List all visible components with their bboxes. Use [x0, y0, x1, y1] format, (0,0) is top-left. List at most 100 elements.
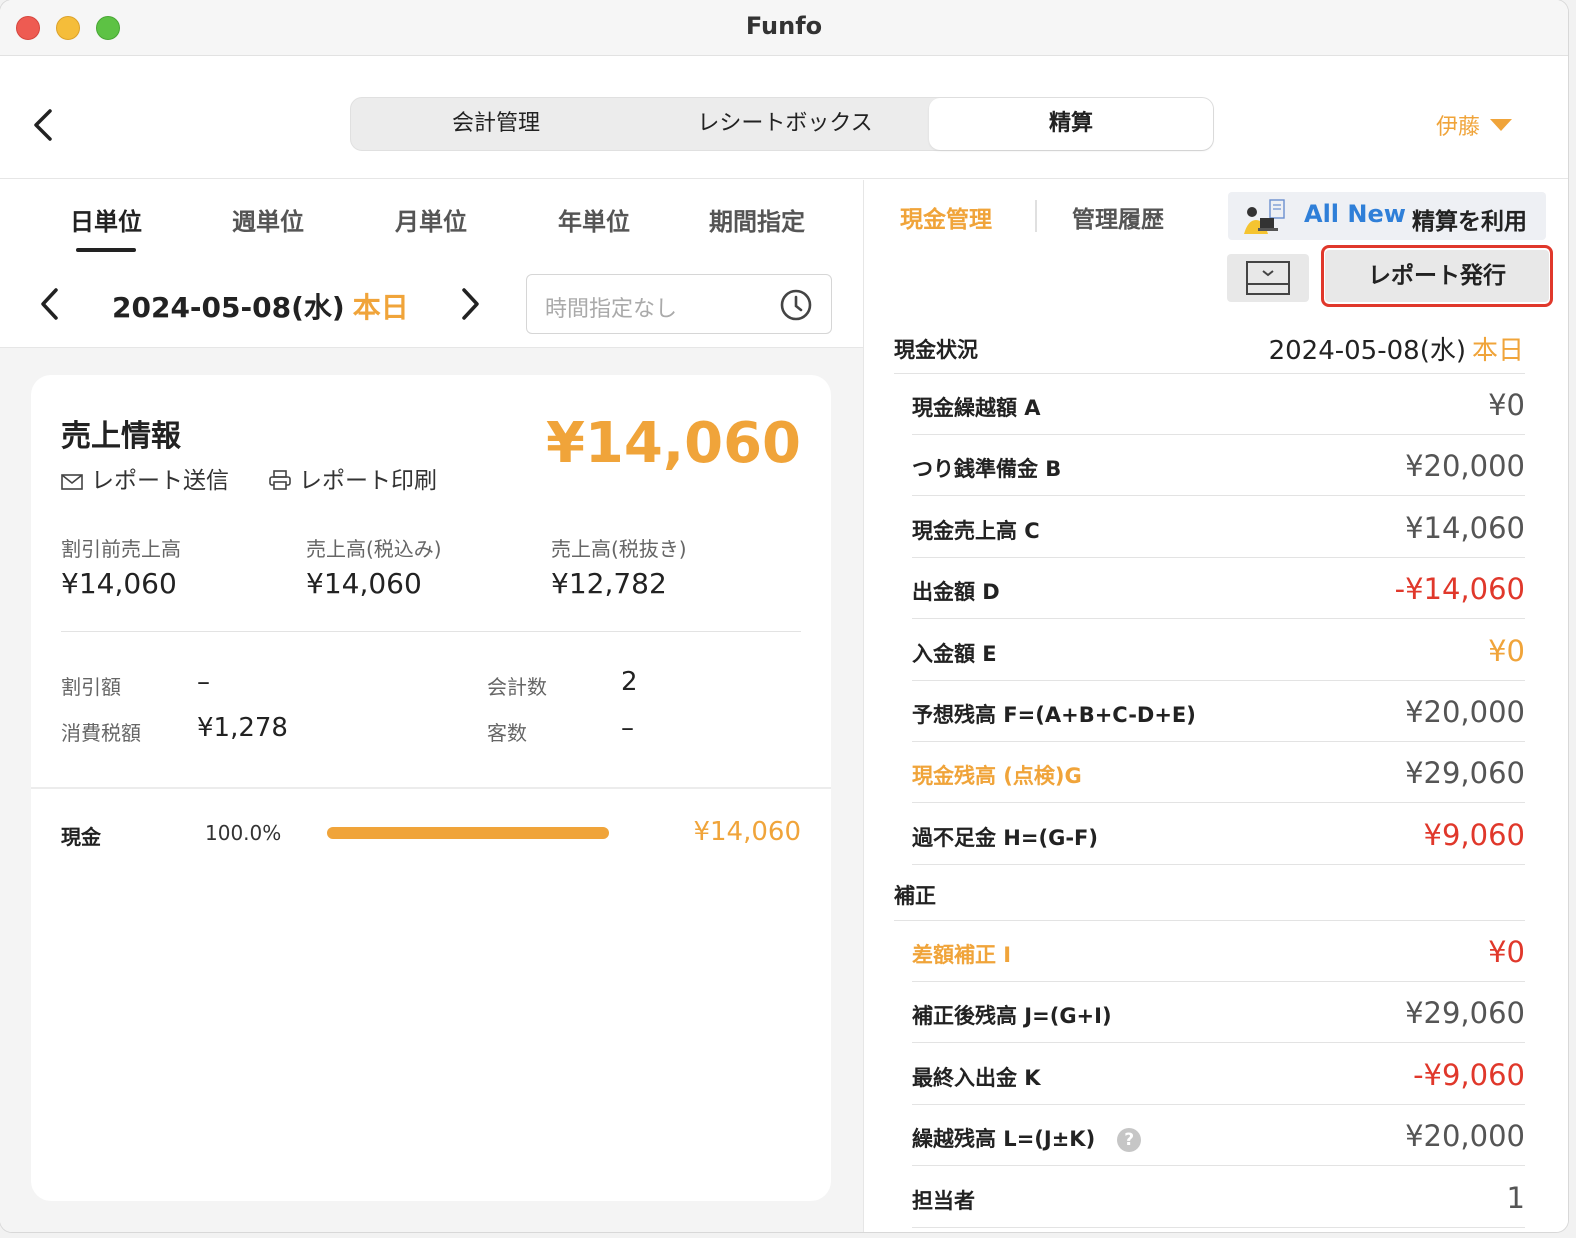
tab-separator: [1035, 200, 1037, 232]
cash-drawer-button[interactable]: [1227, 254, 1309, 302]
cash-status-date: 2024-05-08(水) 本日: [1268, 336, 1524, 366]
correction-row-label: 補正後残高 J=(G+I): [912, 1004, 1112, 1029]
cash-row: 現金残高 (点検)G ¥29,060: [912, 742, 1525, 804]
tab-management-history[interactable]: 管理履歴: [1072, 200, 1164, 234]
report-print-button[interactable]: レポート印刷: [269, 461, 437, 495]
correction-heading: 補正: [894, 884, 936, 908]
mail-icon: [61, 474, 83, 490]
today-label: 本日: [352, 291, 409, 324]
transaction-count-value: 2: [621, 667, 638, 697]
all-new-text: 精算を利用: [1412, 209, 1527, 235]
clock-icon: [780, 289, 812, 321]
cash-row: 予想残高 F=(A+B+C-D+E) ¥20,000: [912, 681, 1525, 742]
cash-row: 入金額 E ¥0: [912, 620, 1525, 681]
period-selector: 日単位 週単位 月単位 年単位 期間指定 2024-05-08(水) 本日 時間指…: [0, 180, 863, 348]
sales-total: ¥14,060: [545, 411, 801, 476]
customer-count-label: 客数: [487, 721, 527, 745]
cash-row-label: 予想残高 F=(A+B+C-D+E): [912, 703, 1196, 727]
tab-cash-management[interactable]: 現金管理: [900, 200, 992, 234]
main-segment-control: 会計管理 レシートボックス 精算: [350, 97, 1214, 151]
cash-row: 出金額 D -¥14,060: [912, 558, 1525, 620]
correction-row-label: 差額補正 I: [912, 943, 1012, 967]
help-icon[interactable]: ?: [1117, 1128, 1142, 1153]
segment-settlement[interactable]: 精算: [929, 98, 1213, 150]
tax-value: ¥1,278: [197, 713, 288, 743]
correction-row-value: -¥9,060: [1413, 1057, 1525, 1092]
segment-accounting[interactable]: 会計管理: [351, 98, 641, 150]
divider: [61, 631, 801, 632]
back-arrow-icon[interactable]: [28, 105, 60, 145]
sales-info-title: 売上情報: [61, 419, 181, 454]
caret-down-icon[interactable]: [1490, 119, 1512, 131]
correction-row: 差額補正 I ¥0: [912, 921, 1525, 982]
cash-row-label: つり銭準備金 B: [912, 457, 1062, 482]
cash-row-value: ¥29,060: [1405, 756, 1525, 791]
correction-row: 補正後残高 J=(G+I) ¥29,060: [912, 982, 1525, 1044]
chevron-left-icon[interactable]: [36, 284, 64, 324]
cash-row: 現金売上高 C ¥14,060: [912, 497, 1525, 558]
header: 会計管理 レシートボックス 精算 伊藤: [0, 57, 1568, 179]
all-new-label: All New: [1304, 200, 1406, 228]
cash-row-label: 現金繰越額 A: [912, 396, 1041, 420]
all-new-settlement-banner[interactable]: All New 精算を利用: [1228, 192, 1546, 240]
cash-drawer-icon: [1246, 261, 1290, 295]
person-laptop-illustration-icon: [1244, 199, 1285, 234]
stat-label-incl-tax: 売上高(税込み): [306, 537, 442, 561]
cash-row: 過不足金 H=(G-F) ¥9,060: [912, 804, 1525, 865]
user-menu[interactable]: 伊藤: [1436, 109, 1480, 141]
left-pane: 日単位 週単位 月単位 年単位 期間指定 2024-05-08(水) 本日 時間指…: [0, 180, 863, 1232]
cash-row-value: ¥0: [1488, 633, 1525, 668]
chevron-right-icon[interactable]: [456, 284, 484, 324]
cash-row-label: 出金額 D: [912, 580, 1000, 605]
payment-percent: 100.0%: [205, 821, 282, 845]
correction-row: 担当者 1: [912, 1167, 1525, 1228]
cash-row-value: ¥9,060: [1423, 817, 1525, 852]
time-filter-placeholder: 時間指定なし: [545, 297, 678, 322]
cash-row-value: ¥20,000: [1405, 695, 1525, 729]
today-label: 本日: [1471, 336, 1524, 366]
cash-row: 現金繰越額 A ¥0: [912, 374, 1525, 435]
tab-daily[interactable]: 日単位: [31, 202, 181, 237]
stat-label-gross: 割引前売上高: [61, 537, 181, 561]
title-bar: Funfo: [0, 0, 1568, 56]
correction-row-label: 最終入出金 K: [912, 1065, 1041, 1090]
stat-value-gross: ¥14,060: [61, 567, 177, 600]
window-title: Funfo: [745, 12, 823, 40]
correction-row-label: 担当者: [912, 1188, 975, 1213]
stat-value-excl-tax: ¥12,782: [551, 567, 667, 600]
tab-custom-period[interactable]: 期間指定: [682, 202, 832, 237]
time-filter-input[interactable]: 時間指定なし: [526, 274, 832, 334]
report-issue-button[interactable]: レポート発行: [1325, 250, 1549, 302]
payment-method-label: 現金: [61, 825, 101, 849]
customer-count-value: –: [621, 713, 634, 743]
app-window: Funfo 会計管理 レシートボックス 精算 伊藤 日単位 週単位 月単位 年単…: [0, 0, 1568, 1232]
current-date: 2024-05-08(水) 本日: [112, 291, 409, 324]
cash-row-value: -¥14,060: [1394, 572, 1525, 607]
transaction-count-label: 会計数: [487, 675, 547, 699]
cash-status-heading: 現金状況: [894, 338, 978, 362]
printer-icon: [269, 470, 291, 490]
discount-label: 割引額: [61, 675, 121, 699]
stat-value-incl-tax: ¥14,060: [306, 567, 422, 600]
right-pane: 現金管理 管理履歴 All New 精算を利用 レポート発行 現金状況 2024…: [863, 180, 1568, 1232]
correction-row-value: ¥29,060: [1405, 996, 1525, 1031]
correction-row-label: 繰越残高 L=(J±K)?: [912, 1123, 1142, 1153]
correction-row: 繰越残高 L=(J±K)? ¥20,000: [912, 1105, 1525, 1167]
payment-amount: ¥14,060: [693, 817, 801, 847]
cash-row-label: 現金売上高 C: [912, 518, 1040, 543]
segment-receipt-box[interactable]: レシートボックス: [641, 98, 929, 150]
correction-row: 最終入出金 K -¥9,060: [912, 1044, 1525, 1105]
cash-row-label: 過不足金 H=(G-F): [912, 825, 1098, 850]
payment-progress-fill: [327, 827, 609, 839]
cash-row-label: 入金額 E: [912, 641, 997, 666]
correction-row-value: ¥0: [1488, 935, 1525, 969]
tab-monthly[interactable]: 月単位: [356, 202, 506, 237]
report-send-button[interactable]: レポート送信: [61, 461, 229, 495]
tab-weekly[interactable]: 週単位: [193, 202, 343, 237]
tax-label: 消費税額: [61, 721, 141, 745]
tab-yearly[interactable]: 年単位: [519, 202, 669, 237]
discount-value: –: [197, 667, 210, 697]
correction-row-value: 1: [1506, 1180, 1525, 1215]
cash-row-value: ¥20,000: [1405, 449, 1525, 484]
cash-row-value: ¥0: [1488, 388, 1525, 422]
